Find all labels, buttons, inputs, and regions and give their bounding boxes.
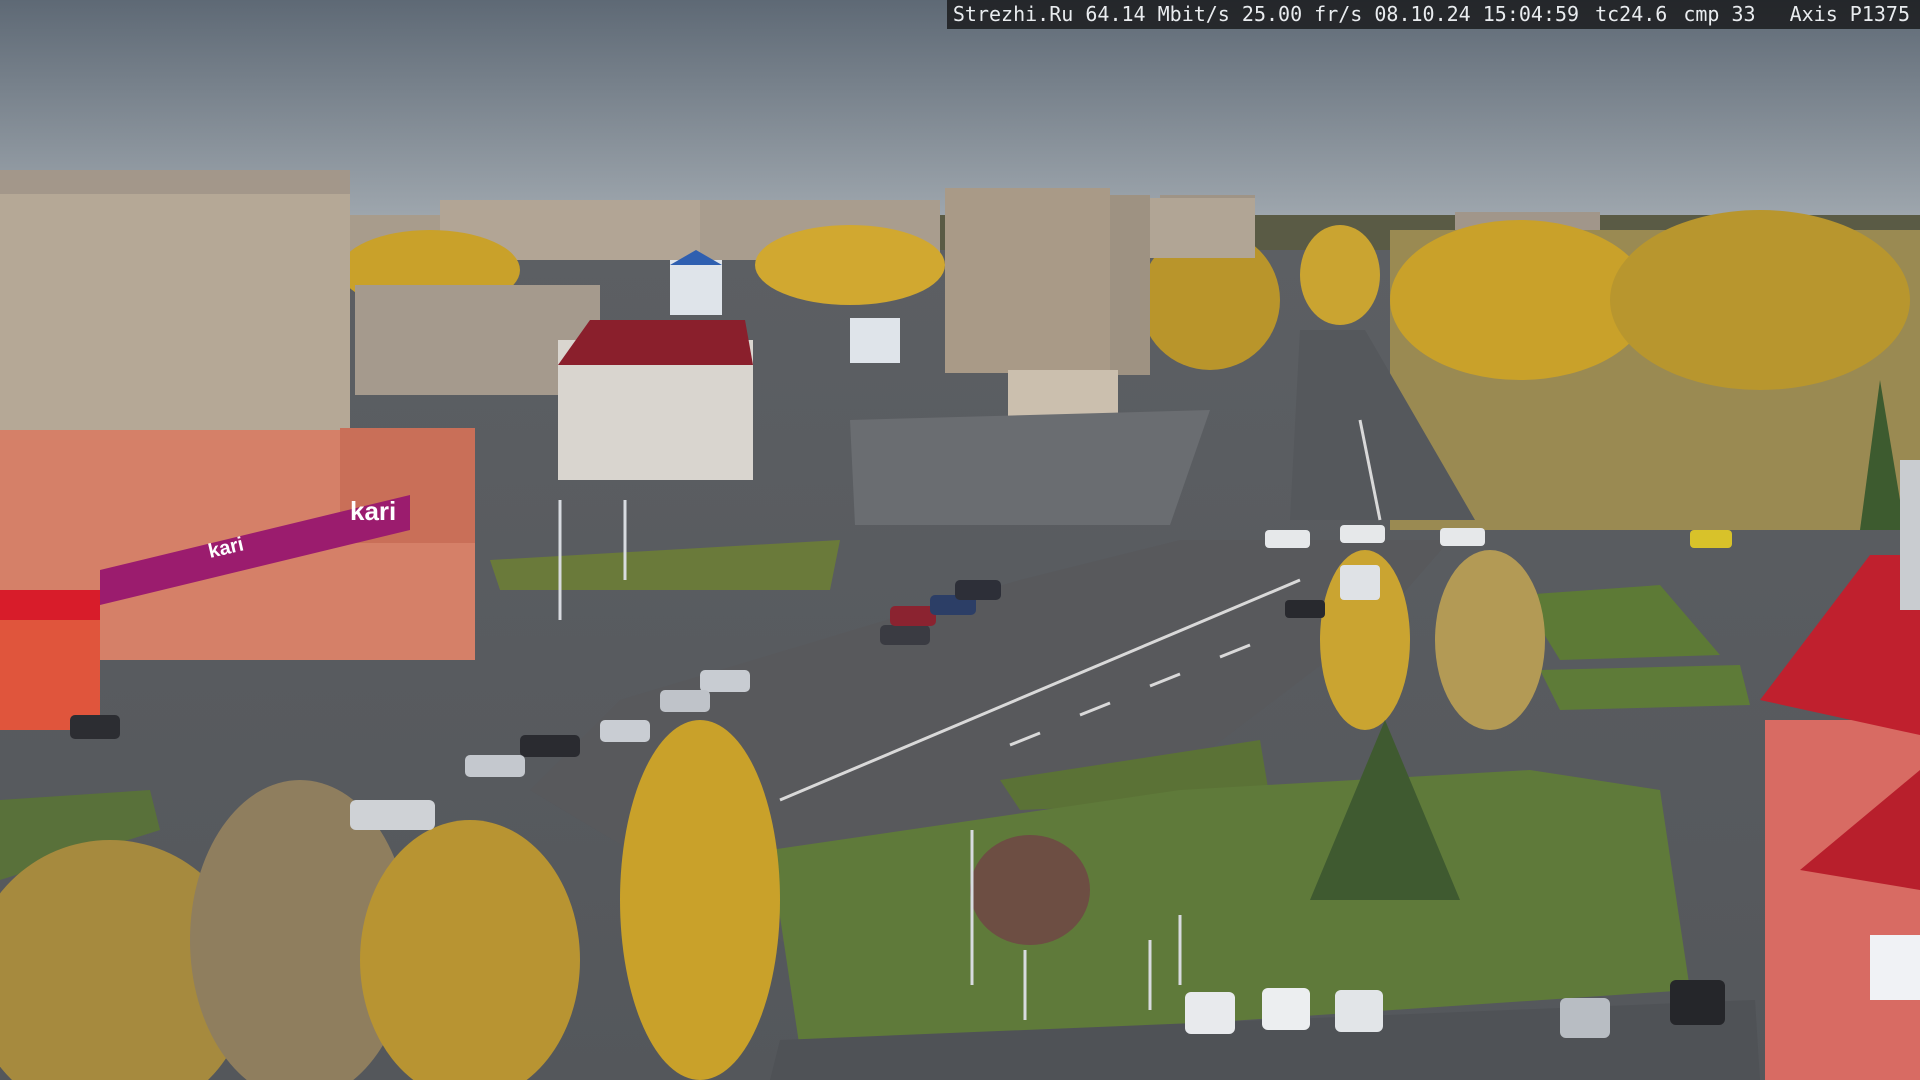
- camera-osd-bar: Strezhi.Ru 64.14 Mbit/s 25.00 fr/s 08.10…: [946, 0, 1920, 29]
- osd-date: 08.10.24: [1374, 2, 1471, 26]
- kari-store-sign: kari: [350, 496, 396, 526]
- osd-site: Strezhi.Ru: [952, 2, 1074, 26]
- central-square: [850, 410, 1210, 525]
- webcam-scene: kari kari: [0, 0, 1920, 1080]
- osd-bitrate: 64.14 Mbit/s: [1085, 2, 1230, 26]
- osd-camera-model: Axis P1375: [1789, 2, 1910, 26]
- osd-tc: tc24.6: [1595, 2, 1668, 26]
- osd-cmp: cmp 33: [1683, 2, 1756, 26]
- osd-time: 15:04:59: [1482, 2, 1580, 26]
- osd-framerate: 25.00 fr/s: [1241, 2, 1363, 26]
